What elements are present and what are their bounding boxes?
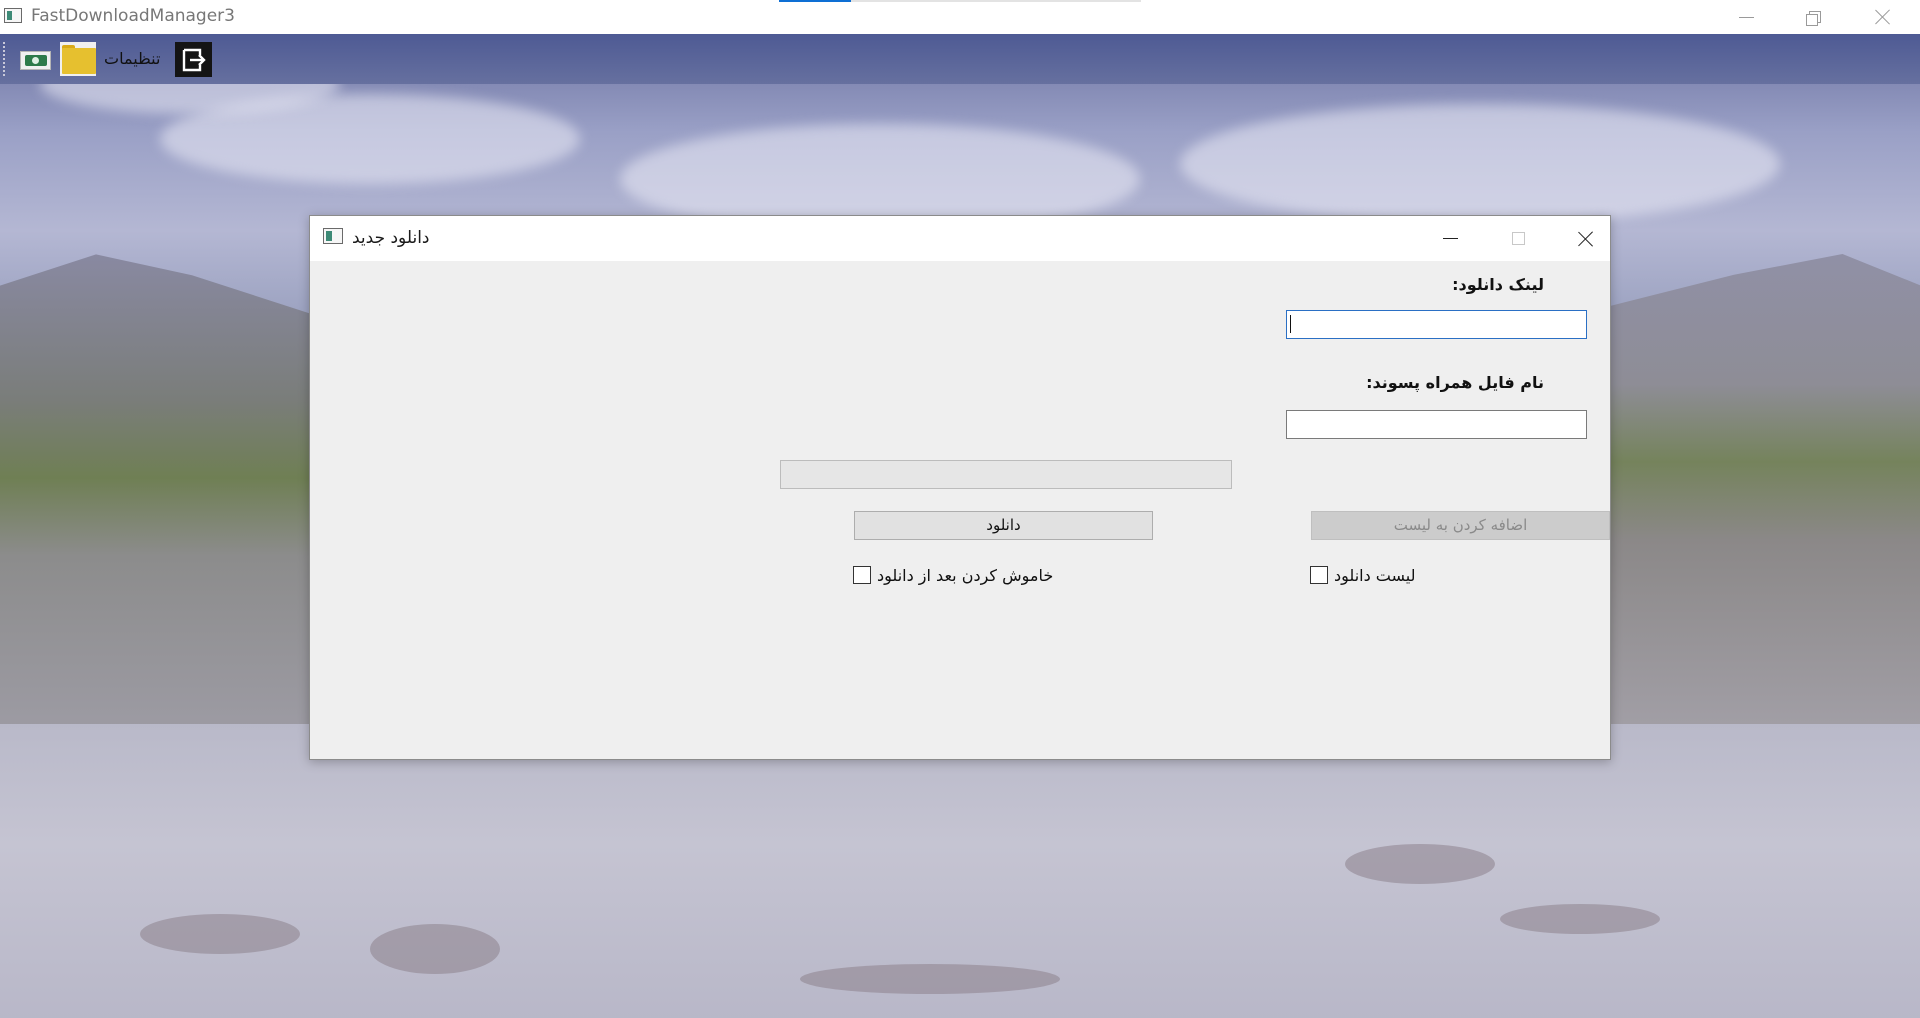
- tab-strip: [779, 0, 1141, 2]
- dialog-minimize-button[interactable]: [1425, 216, 1475, 261]
- settings-menu[interactable]: تنظیمات: [104, 49, 160, 68]
- download-button[interactable]: دانلود: [854, 511, 1153, 540]
- minimize-icon: [1442, 238, 1458, 239]
- rock: [1500, 904, 1660, 934]
- rock: [800, 964, 1060, 994]
- download-list-checkbox-label: لیست دانلود: [1334, 565, 1416, 585]
- money-icon: [24, 55, 47, 66]
- maximize-icon: [1511, 232, 1525, 245]
- close-icon: [1578, 231, 1594, 247]
- mountain-left: [0, 254, 320, 764]
- shutdown-after-download-option[interactable]: خاموش کردن بعد از دانلود: [853, 564, 1053, 586]
- close-button[interactable]: [1853, 0, 1913, 34]
- folder-icon: [62, 48, 96, 74]
- main-title-bar[interactable]: FastDownloadManager3: [0, 0, 1920, 34]
- shutdown-checkbox-label: خاموش کردن بعد از دانلود: [877, 565, 1054, 585]
- window-title: FastDownloadManager3: [31, 6, 235, 26]
- restore-button[interactable]: [1783, 0, 1843, 34]
- main-window: FastDownloadManager3 تنظیمات دانلود جدید…: [0, 0, 1920, 1018]
- minimize-icon: [1738, 16, 1754, 18]
- filename-label: نام فایل همراه پسوند:: [1366, 373, 1544, 392]
- dialog-title: دانلود جدید: [352, 228, 430, 248]
- toolbar: تنظیمات: [0, 34, 1920, 84]
- exit-button[interactable]: [175, 42, 212, 77]
- app-icon: [4, 8, 22, 23]
- new-download-dialog: دانلود جدید لینک دانلود: نام فایل همراه …: [309, 215, 1611, 760]
- download-list-checkbox[interactable]: [1310, 566, 1328, 584]
- text-caret: [1290, 315, 1291, 333]
- minimize-button[interactable]: [1716, 0, 1776, 34]
- shutdown-checkbox[interactable]: [853, 566, 871, 584]
- folder-button[interactable]: [60, 42, 98, 76]
- mountain-right: [1610, 254, 1920, 774]
- filename-input[interactable]: [1286, 410, 1587, 439]
- cloud: [1180, 104, 1780, 224]
- toolbar-grip[interactable]: [3, 42, 7, 76]
- download-progress-bar: [780, 460, 1232, 489]
- download-link-input[interactable]: [1286, 310, 1587, 339]
- dialog-title-bar[interactable]: دانلود جدید: [310, 216, 1610, 261]
- restore-icon: [1806, 10, 1821, 26]
- exit-icon: [182, 48, 206, 71]
- close-icon: [1875, 9, 1891, 25]
- add-to-list-button[interactable]: اضافه کردن به لیست: [1311, 511, 1610, 540]
- money-button[interactable]: [20, 51, 51, 70]
- rock: [140, 914, 300, 954]
- rock: [1345, 844, 1495, 884]
- rock: [370, 924, 500, 974]
- dialog-close-button[interactable]: [1561, 216, 1611, 261]
- download-list-option[interactable]: لیست دانلود: [1310, 564, 1415, 586]
- active-tab-indicator: [779, 0, 851, 2]
- dialog-app-icon: [323, 228, 343, 244]
- dialog-maximize-button[interactable]: [1493, 216, 1543, 261]
- download-link-label: لینک دانلود:: [1452, 275, 1544, 294]
